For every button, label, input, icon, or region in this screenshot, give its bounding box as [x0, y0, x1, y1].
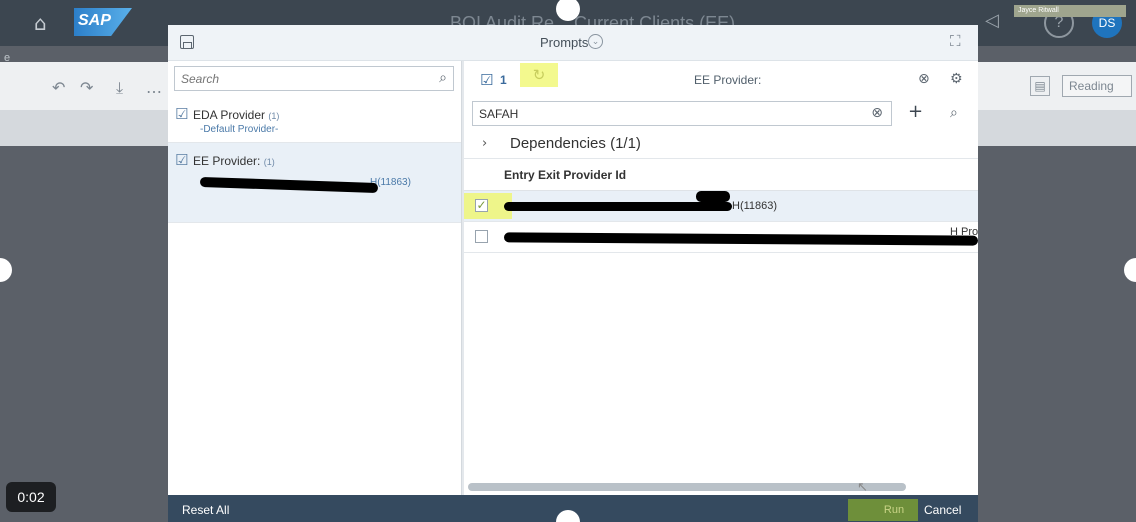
notification-icon[interactable]: ◁	[985, 10, 999, 31]
resize-handle-right[interactable]	[1124, 258, 1136, 282]
prompt-item-ee-provider[interactable]: ☑ EE Provider: (1) H(11863)	[168, 143, 461, 223]
prompt-item-sub: -Default Provider-	[200, 124, 279, 135]
column-header: Entry Exit Provider Id	[504, 168, 627, 182]
prompt-item-name: EE Provider: (1)	[193, 154, 275, 168]
refresh-icon[interactable]: ↻	[520, 63, 558, 87]
value-search-input[interactable]	[473, 102, 863, 125]
redo-icon[interactable]: ↷	[80, 78, 93, 97]
prompt-item-count: (1)	[263, 157, 275, 167]
value-toolbar: ☑ 1 ↻ EE Provider: ⊗ ⚙	[464, 61, 978, 97]
table-header: Entry Exit Provider Id	[464, 159, 978, 191]
prompt-search[interactable]: ⌕	[174, 66, 454, 91]
cancel-button[interactable]: Cancel	[924, 503, 961, 517]
timer-badge: 0:02	[6, 482, 56, 512]
download-icon[interactable]: ⤓	[116, 78, 123, 98]
redaction-mark	[696, 191, 730, 202]
dependencies-row[interactable]: › Dependencies (1/1)	[464, 129, 978, 159]
checked-icon: ☑	[175, 151, 189, 169]
sap-logo: SAP	[74, 8, 132, 36]
prompt-item-name: EDA Provider (1)	[193, 108, 280, 122]
home-icon[interactable]: ⌂	[34, 11, 47, 35]
chevron-right-icon[interactable]: ›	[482, 136, 487, 151]
row-checkbox[interactable]: ✓	[475, 199, 488, 212]
value-search-icon[interactable]: ⌕	[950, 105, 958, 121]
reading-mode-select[interactable]: Reading	[1062, 75, 1132, 97]
video-participant-tag: Jayce Ritwall	[1014, 5, 1126, 17]
prompt-item-eda-provider[interactable]: ☑ EDA Provider (1) -Default Provider-	[168, 97, 461, 143]
undo-icon[interactable]: ↶	[52, 78, 65, 97]
redaction-mark	[199, 176, 379, 194]
prompt-item-count: (1)	[268, 111, 280, 121]
settings-icon[interactable]: ⚙	[950, 71, 963, 87]
fullscreen-icon[interactable]: ⛶	[950, 32, 961, 50]
table-row[interactable]: H Prog	[464, 222, 978, 253]
clear-search-icon[interactable]: ⊗	[871, 105, 883, 121]
save-icon[interactable]	[180, 35, 194, 49]
table-row[interactable]: ✓ H(11863)	[464, 191, 978, 222]
prompt-list-pane: ⌕ ☑ EDA Provider (1) -Default Provider- …	[168, 61, 462, 495]
redaction-mark	[503, 232, 978, 246]
dropdown-icon[interactable]: ⌄	[588, 34, 603, 49]
more-icon[interactable]: …	[146, 78, 162, 97]
prompt-label: EE Provider:	[694, 73, 762, 87]
search-icon[interactable]: ⌕	[439, 70, 447, 86]
horizontal-scrollbar[interactable]	[468, 483, 906, 491]
add-icon[interactable]: +	[908, 101, 923, 122]
mouse-cursor-icon: ↖	[857, 480, 868, 495]
clear-selection-icon[interactable]: ⊗	[918, 71, 930, 87]
row-checkbox[interactable]	[475, 230, 488, 243]
prompts-dialog: Prompts ⌄ ⛶ ⌕ ☑ EDA Provider (1) -Defaul…	[168, 25, 978, 522]
selected-count: 1	[500, 73, 507, 87]
dialog-header: Prompts ⌄ ⛶	[168, 25, 978, 61]
dialog-title: Prompts	[540, 35, 589, 50]
prompt-value-pane: ☑ 1 ↻ EE Provider: ⊗ ⚙ ⊗ + ⌕ › Dependenc…	[464, 61, 978, 495]
value-search[interactable]: ⊗	[472, 101, 892, 126]
reset-all-button[interactable]: Reset All	[182, 503, 229, 517]
redaction-mark	[504, 202, 732, 211]
dependencies-label: Dependencies (1/1)	[510, 135, 641, 152]
reading-mode-icon[interactable]: ▤	[1030, 76, 1050, 96]
run-button[interactable]: Run	[848, 499, 918, 521]
prompt-search-input[interactable]	[175, 67, 425, 90]
row-value: H(11863)	[732, 200, 778, 212]
checked-icon: ☑	[175, 105, 189, 123]
resize-handle-left[interactable]	[0, 258, 12, 282]
selected-check-icon[interactable]: ☑	[480, 71, 493, 89]
